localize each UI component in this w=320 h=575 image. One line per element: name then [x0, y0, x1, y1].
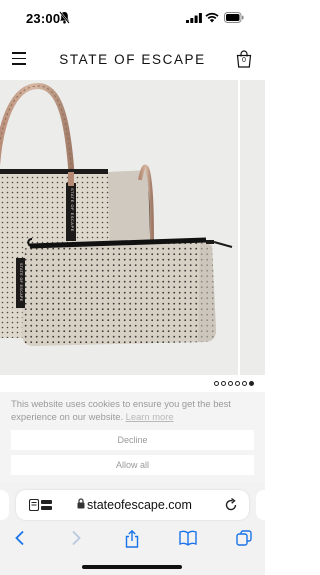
svg-text:STATE OF ESCAPE: STATE OF ESCAPE — [19, 263, 23, 302]
battery-icon — [224, 12, 244, 23]
allow-all-button[interactable]: Allow all — [11, 455, 254, 475]
lock-icon — [77, 498, 85, 509]
forward-icon[interactable] — [69, 530, 83, 546]
brand-logo[interactable]: STATE OF ESCAPE — [0, 52, 265, 67]
carousel-dot-active[interactable] — [249, 381, 254, 386]
product-image-next[interactable] — [240, 80, 265, 375]
learn-more-link[interactable]: Learn more — [126, 411, 174, 422]
cookie-message: This website uses cookies to ensure you … — [11, 398, 251, 423]
bookmarks-icon[interactable] — [179, 530, 197, 546]
cookie-banner: This website uses cookies to ensure you … — [0, 392, 265, 482]
carousel-dot[interactable] — [214, 381, 219, 386]
carousel-dot[interactable] — [235, 381, 240, 386]
wifi-icon — [205, 12, 219, 23]
address-bar[interactable]: stateofescape.com — [16, 490, 249, 520]
next-tab-peek[interactable] — [256, 490, 265, 520]
cookie-text: This website uses cookies to ensure you … — [11, 398, 231, 422]
bell-slash-icon — [59, 11, 70, 24]
status-time: 23:00 — [26, 11, 61, 26]
back-icon[interactable] — [13, 530, 27, 546]
previous-tab-peek[interactable] — [0, 490, 9, 520]
carousel-dot[interactable] — [228, 381, 233, 386]
site-header: STATE OF ESCAPE 0 — [0, 38, 265, 80]
reader-icon[interactable] — [29, 499, 53, 511]
decline-button[interactable]: Decline — [11, 430, 254, 450]
screen: 23:00 STATE OF ESCAPE 0 STATE OF ESCAPE … — [0, 0, 265, 575]
carousel-dots — [214, 381, 254, 387]
home-indicator[interactable] — [82, 565, 182, 569]
product-image[interactable]: STATE OF ESCAPE STATE OF ESCAPE — [0, 80, 238, 375]
address-bar-area: stateofescape.com — [0, 482, 265, 528]
reload-icon[interactable] — [224, 498, 238, 512]
tabs-icon[interactable] — [236, 530, 252, 546]
url-text[interactable]: stateofescape.com — [87, 498, 192, 512]
signal-icon — [186, 13, 202, 23]
product-photo: STATE OF ESCAPE STATE OF ESCAPE — [0, 82, 233, 346]
status-bar: 23:00 — [0, 0, 265, 38]
share-icon[interactable] — [124, 530, 140, 548]
carousel-dot[interactable] — [242, 381, 247, 386]
cart-count: 0 — [242, 57, 246, 64]
svg-text:STATE OF ESCAPE: STATE OF ESCAPE — [70, 188, 75, 232]
carousel-dot[interactable] — [221, 381, 226, 386]
